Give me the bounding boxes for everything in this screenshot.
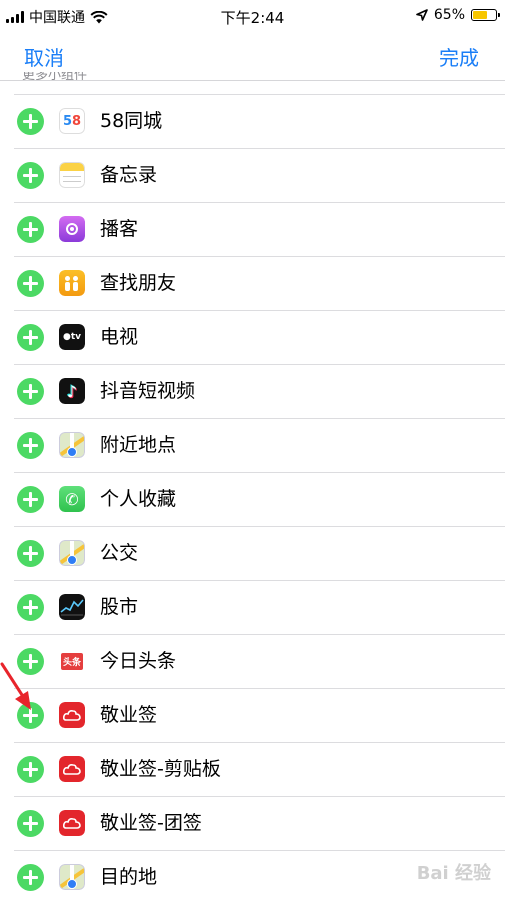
widget-label: 个人收藏 (100, 488, 177, 510)
add-widget-button[interactable] (17, 486, 44, 513)
widget-label: 电视 (100, 326, 139, 348)
maps-icon (59, 864, 85, 890)
widget-label: 目的地 (100, 866, 158, 888)
widget-label: 公交 (100, 542, 139, 564)
widget-row-tv: ●tv 电视 (0, 310, 505, 364)
widget-row-jingyeqian: 敬业签 (0, 688, 505, 742)
jingyeqian-icon (59, 810, 85, 836)
widget-label: 查找朋友 (100, 272, 177, 294)
add-widget-button[interactable] (17, 432, 44, 459)
add-widget-button[interactable] (17, 378, 44, 405)
widget-row-transit: 公交 (0, 526, 505, 580)
widget-row-douyin: ♪ 抖音短视频 (0, 364, 505, 418)
battery-icon (471, 9, 500, 21)
maps-icon (59, 432, 85, 458)
done-button[interactable]: 完成 (439, 42, 479, 71)
widget-row-find-friends: 查找朋友 (0, 256, 505, 310)
widget-row-58tongcheng: 5 8 58同城 (0, 94, 505, 148)
notes-icon (59, 162, 85, 188)
add-widget-button[interactable] (17, 270, 44, 297)
add-widget-button[interactable] (17, 324, 44, 351)
status-bar: 中国联通 下午2:44 65% (0, 0, 505, 32)
widget-row-nearby: 附近地点 (0, 418, 505, 472)
battery-percent: 65% (433, 7, 465, 23)
widget-label: 今日头条 (100, 650, 177, 672)
widget-row-notes: 备忘录 (0, 148, 505, 202)
add-widget-button[interactable] (17, 864, 44, 891)
widget-row-stocks: 股市 (0, 580, 505, 634)
find-friends-icon (59, 270, 85, 296)
widget-label: 58同城 (100, 110, 163, 132)
add-widget-button[interactable] (17, 756, 44, 783)
jingyeqian-icon (59, 702, 85, 728)
section-header: 更多小组件 (22, 72, 88, 80)
stocks-icon (59, 594, 85, 620)
phone-icon: ✆ (59, 486, 85, 512)
nav-divider (0, 80, 505, 81)
widget-row-toutiao: 头条 今日头条 (0, 634, 505, 688)
widget-row-jingyeqian-team: 敬业签-团签 (0, 796, 505, 850)
status-right: 65% (416, 7, 500, 23)
widget-label: 播客 (100, 218, 139, 240)
add-widget-button[interactable] (17, 540, 44, 567)
watermark: Bai 经验 (416, 863, 491, 884)
widget-row-favorites: ✆ 个人收藏 (0, 472, 505, 526)
add-widget-button[interactable] (17, 108, 44, 135)
add-widget-button[interactable] (17, 810, 44, 837)
douyin-icon: ♪ (59, 378, 85, 404)
widget-label: 备忘录 (100, 164, 158, 186)
widget-label: 附近地点 (100, 434, 177, 456)
add-widget-button[interactable] (17, 594, 44, 621)
tv-icon: ●tv (59, 324, 85, 350)
widget-label: 敬业签-团签 (100, 812, 202, 834)
widget-label: 敬业签 (100, 704, 158, 726)
location-icon (416, 9, 428, 21)
annotation-arrow-icon (0, 662, 31, 710)
widget-row-jingyeqian-clipboard: 敬业签-剪贴板 (0, 742, 505, 796)
widget-list: 5 8 58同城备忘录播客查找朋友 ●tv 电视 ♪ 抖音短视频附近地点 ✆ 个人收藏公交股市头… (0, 94, 505, 904)
jingyeqian-icon (59, 756, 85, 782)
cancel-button[interactable]: 取消 (24, 42, 64, 71)
tongcheng58-icon: 58 (59, 108, 85, 134)
toutiao-icon: 头条 (59, 648, 85, 674)
widget-label: 抖音短视频 (100, 380, 196, 402)
podcasts-icon (59, 216, 85, 242)
maps-icon (59, 540, 85, 566)
widget-row-podcasts: 播客 (0, 202, 505, 256)
add-widget-button[interactable] (17, 216, 44, 243)
widget-label: 股市 (100, 596, 139, 618)
widget-label: 敬业签-剪贴板 (100, 758, 221, 780)
add-widget-button[interactable] (17, 162, 44, 189)
